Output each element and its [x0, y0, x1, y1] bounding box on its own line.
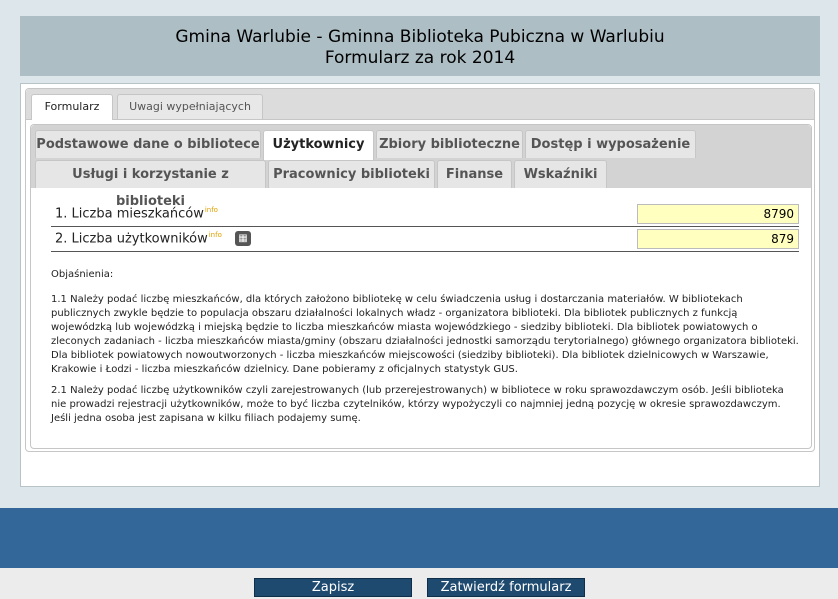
notes-heading: Objaśnienia: [51, 269, 114, 280]
field-label: 1. Liczba mieszkańcówinfo [55, 206, 218, 222]
tab-uwagi[interactable]: Uwagi wypełniających [117, 94, 263, 119]
tab-dostep[interactable]: Dostęp i wyposażenie [525, 130, 696, 158]
outer-tabs-container: Formularz Uwagi wypełniających Podstawow… [25, 88, 815, 452]
footer-band [0, 508, 838, 568]
tab-podstawowe-dane[interactable]: Podstawowe dane o bibliotece [35, 130, 261, 158]
approve-form-button[interactable]: Zatwierdź formularz [427, 578, 585, 597]
note-paragraph-1: 1.1 Należy podać liczbę mieszkańców, dla… [51, 294, 799, 375]
page-header: Gmina Warlubie - Gminna Biblioteka Pubic… [20, 16, 820, 76]
action-bar [0, 568, 838, 599]
tab-uslugi[interactable]: Usługi i korzystanie z biblioteki [35, 160, 266, 209]
page-title: Gmina Warlubie - Gminna Biblioteka Pubic… [175, 27, 665, 47]
tab-zbiory[interactable]: Zbiory biblioteczne [376, 130, 523, 158]
tab-wskazniki[interactable]: Wskaźniki [514, 160, 607, 188]
notes-section: Objaśnienia: 1.1 Należy podać liczbę mie… [51, 268, 801, 433]
field-row-mieszkancy: 1. Liczba mieszkańcówinfo [51, 203, 799, 227]
form-panel: Formularz Uwagi wypełniających Podstawow… [20, 83, 820, 487]
page-subtitle: Formularz za rok 2014 [324, 48, 516, 68]
field-row-uzytkownicy: 2. Liczba użytkownikówinfo ▦ [51, 228, 799, 252]
field-label: 2. Liczba użytkownikówinfo [55, 231, 222, 247]
liczba-mieszkancow-input[interactable] [637, 204, 799, 224]
info-icon[interactable]: info [209, 231, 222, 239]
inner-tabs-container: Podstawowe dane o bibliotece Użytkownicy… [30, 124, 812, 449]
note-paragraph-2: 2.1 Należy podać liczbę użytkowników czy… [51, 385, 784, 424]
tab-uzytkownicy[interactable]: Użytkownicy [263, 130, 374, 160]
liczba-uzytkownikow-input[interactable] [637, 229, 799, 249]
info-icon[interactable]: info [205, 206, 218, 214]
save-button[interactable]: Zapisz [254, 578, 412, 597]
tab-pracownicy[interactable]: Pracownicy biblioteki [268, 160, 435, 188]
calculator-icon[interactable]: ▦ [235, 231, 251, 246]
tab-formularz[interactable]: Formularz [31, 94, 113, 120]
outer-tabbar: Formularz Uwagi wypełniających [26, 89, 814, 120]
tab-finanse[interactable]: Finanse [437, 160, 512, 188]
inner-tabbar: Podstawowe dane o bibliotece Użytkownicy… [31, 125, 811, 209]
